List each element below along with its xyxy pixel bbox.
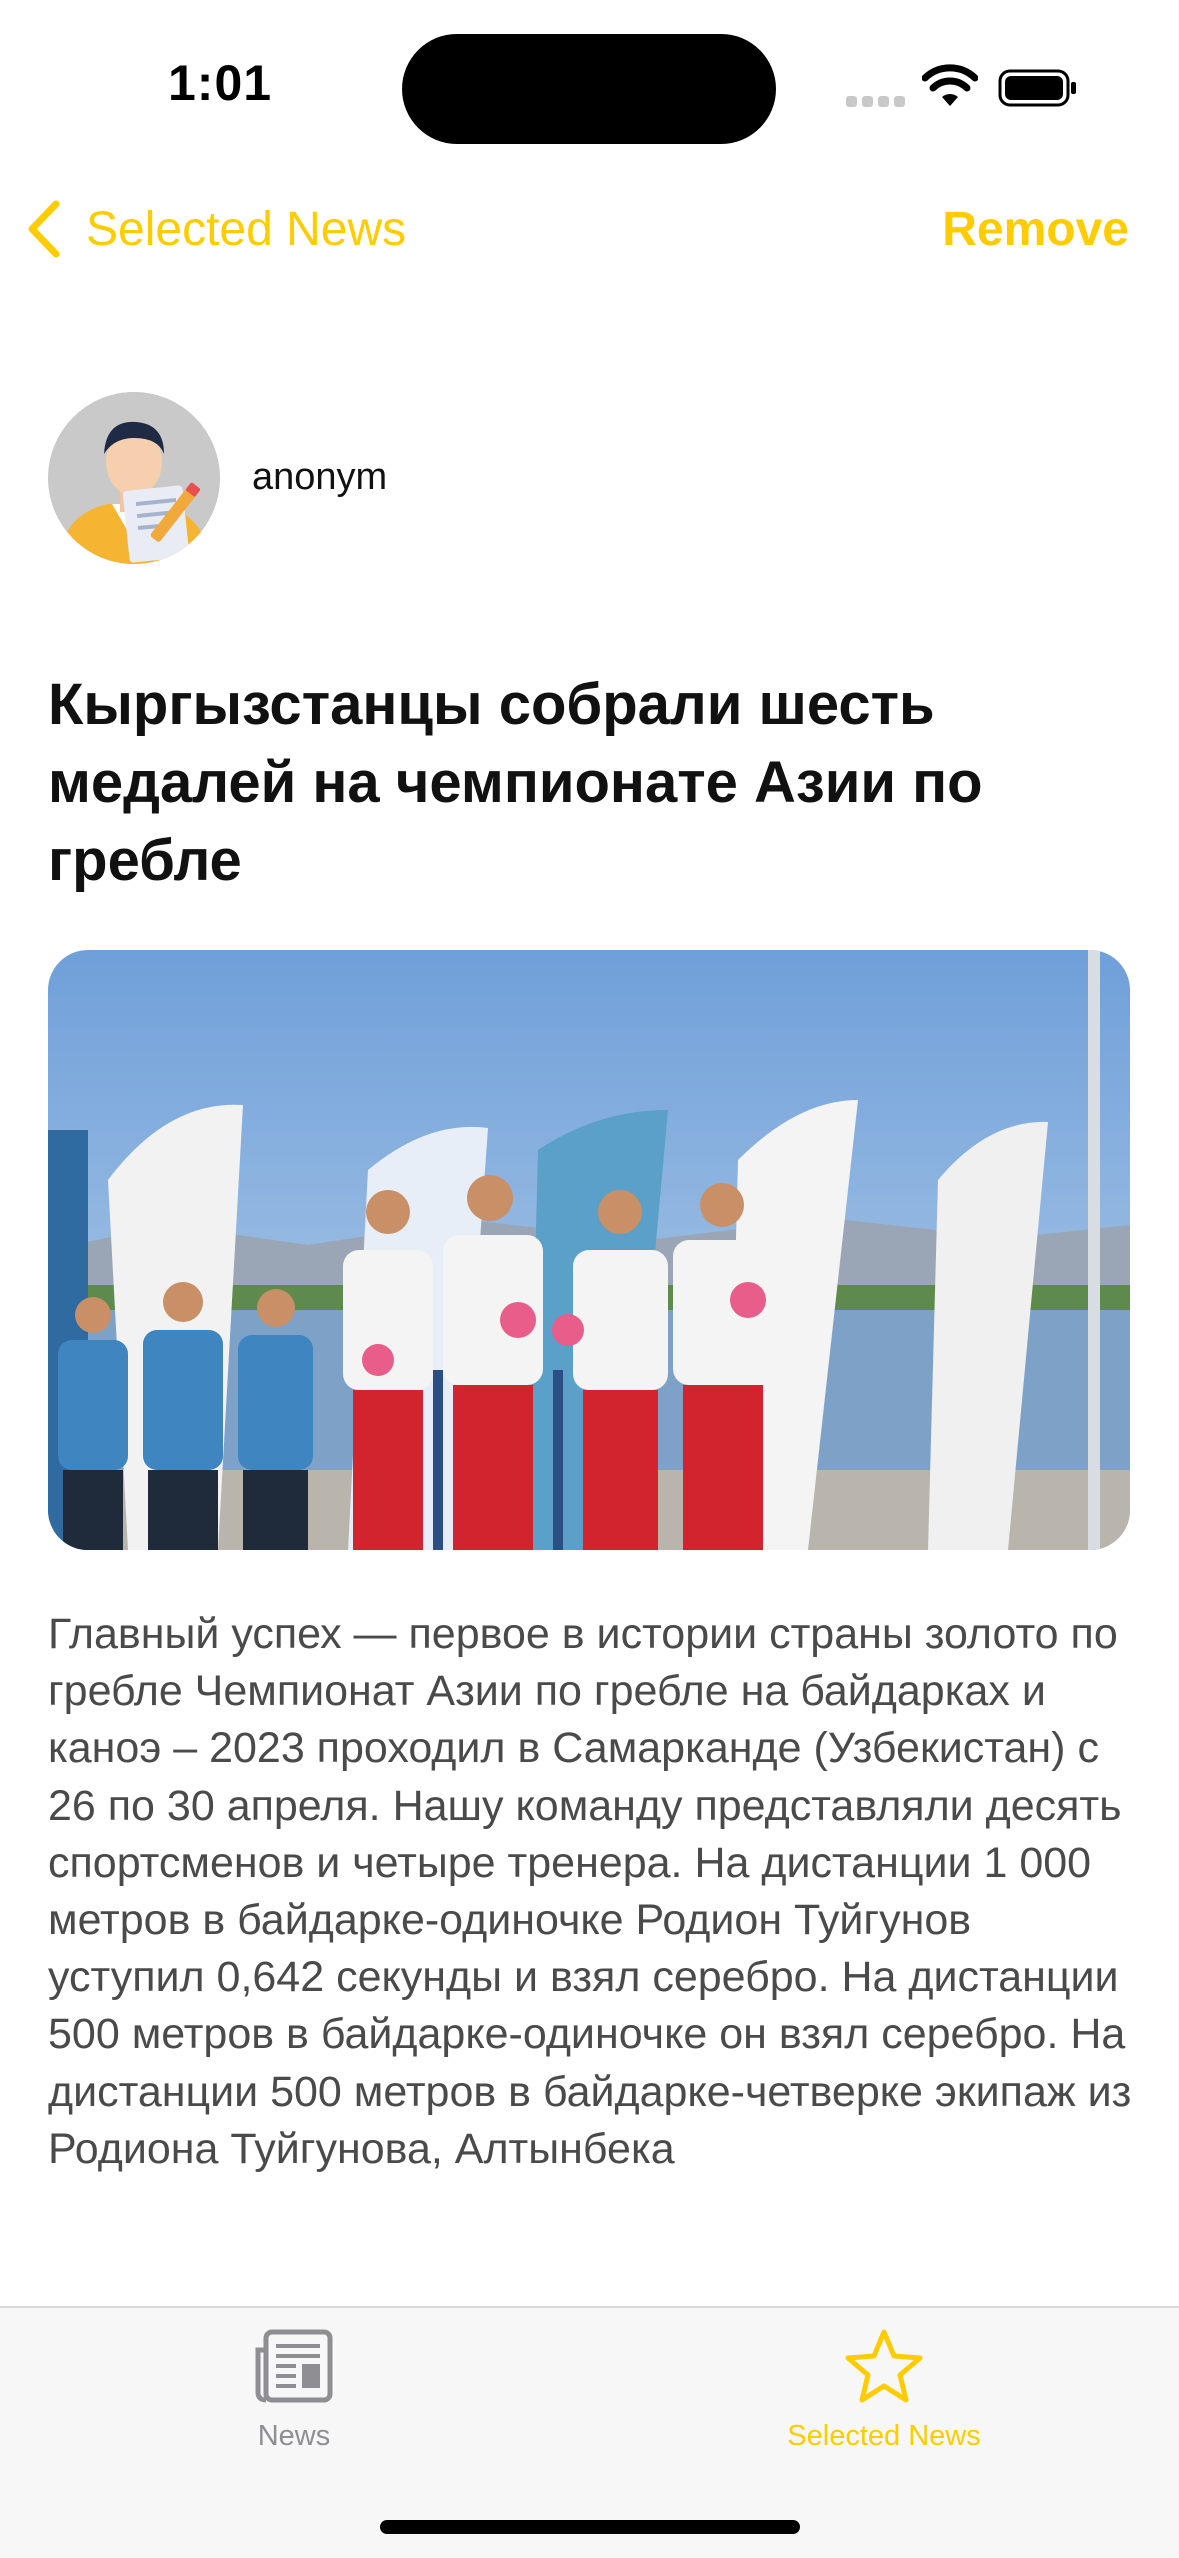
dynamic-island bbox=[402, 34, 776, 144]
tab-selected-news-label: Selected News bbox=[787, 2420, 981, 2452]
status-bar: 1:01 bbox=[0, 0, 1179, 170]
status-time: 1:01 bbox=[168, 55, 273, 111]
star-icon bbox=[845, 2329, 923, 2403]
tab-selected-news[interactable]: Selected News bbox=[754, 2328, 1014, 2468]
author-avatar bbox=[48, 392, 220, 564]
article-title: Кыргызстанцы собрали шесть медалей на че… bbox=[48, 672, 983, 893]
tab-news-label: News bbox=[257, 2420, 331, 2452]
home-indicator bbox=[380, 2520, 800, 2534]
back-button[interactable]: Selected News bbox=[24, 194, 406, 264]
tab-news[interactable]: News bbox=[164, 2328, 424, 2468]
newspaper-icon bbox=[255, 2329, 333, 2403]
back-button-label: Selected News bbox=[86, 202, 407, 256]
article-image bbox=[48, 950, 1130, 1550]
article-body: Главный успех — первое в истории страны … bbox=[48, 1610, 1132, 2173]
wifi-icon bbox=[922, 64, 978, 106]
chevron-left-icon bbox=[28, 200, 60, 258]
author-name: anonym bbox=[252, 456, 388, 498]
cellular-signal-icon bbox=[846, 96, 906, 108]
remove-button[interactable]: Remove bbox=[942, 194, 1129, 264]
battery-icon bbox=[998, 69, 1076, 107]
